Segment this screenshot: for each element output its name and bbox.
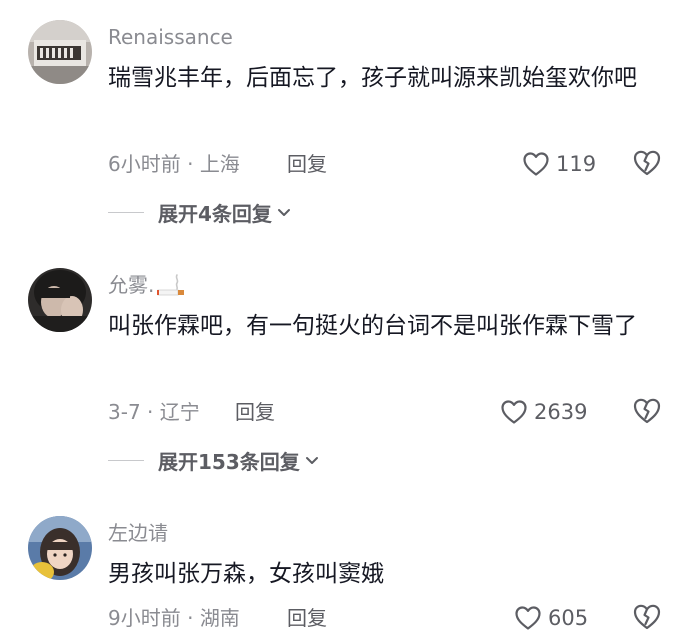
- like-count: 605: [548, 606, 589, 630]
- comment-meta: 9小时前 · 湖南: [108, 604, 240, 632]
- dislike-button[interactable]: [632, 603, 662, 633]
- like-button[interactable]: 605: [514, 603, 588, 633]
- reply-button[interactable]: 回复: [287, 604, 327, 632]
- heart-outline-icon: [515, 606, 541, 630]
- comment-location: 湖南: [199, 606, 240, 630]
- broken-heart-icon: [633, 604, 661, 630]
- avatar[interactable]: [28, 516, 92, 580]
- comment-text: 男孩叫张万森，女孩叫窦娥: [108, 561, 384, 587]
- comment-time: 9小时前: [108, 606, 181, 630]
- comment-item: 左边请 男孩叫张万森，女孩叫窦娥 9小时前 · 湖南 回复 605: [0, 0, 690, 640]
- meta-separator: ·: [187, 606, 194, 630]
- username[interactable]: 左边请: [108, 520, 168, 546]
